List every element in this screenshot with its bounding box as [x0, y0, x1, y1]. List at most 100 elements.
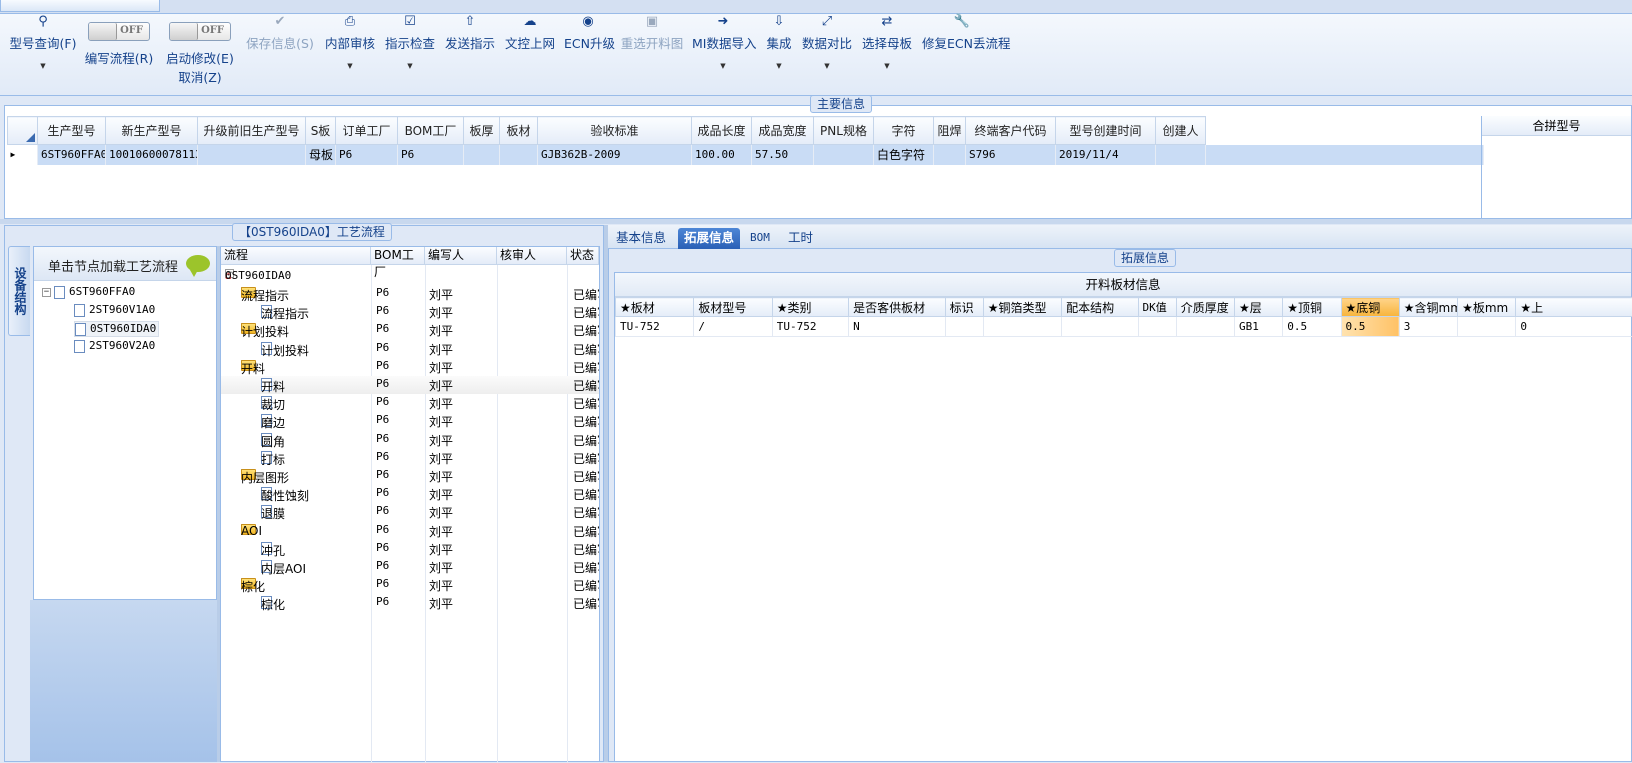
cell[interactable]: [464, 145, 500, 165]
cell[interactable]: TU-752: [616, 317, 694, 337]
cell[interactable]: 0: [1516, 317, 1632, 337]
col-header[interactable]: ★层: [1235, 298, 1283, 317]
start-modify-switch[interactable]: OFF: [169, 22, 231, 41]
cell[interactable]: 白色字符: [874, 145, 934, 165]
tree-node[interactable]: 2ST960V1A0: [74, 303, 155, 317]
flow-folder-row[interactable]: −开料P6刘平已编写: [221, 358, 599, 376]
cell[interactable]: 100.00: [692, 145, 752, 165]
cell[interactable]: 母板: [306, 145, 336, 165]
col-header[interactable]: 验收标准: [538, 117, 692, 145]
cell[interactable]: [1176, 317, 1234, 337]
flow-folder-row[interactable]: −计划投料P6刘平已编写: [221, 321, 599, 339]
cell[interactable]: P6: [336, 145, 398, 165]
col-header[interactable]: 编写人: [425, 247, 497, 265]
cell[interactable]: [1206, 145, 1484, 165]
flow-step-row[interactable]: 裁切P6刘平已编写: [221, 394, 599, 412]
col-header[interactable]: 板材型号: [694, 298, 772, 317]
col-header[interactable]: 终端客户代码: [966, 117, 1056, 145]
cell[interactable]: [500, 145, 538, 165]
cell[interactable]: 0.5: [1283, 317, 1341, 337]
query-button[interactable]: ⚲ 型号查询(F) ▼: [8, 14, 78, 94]
col-header[interactable]: 标识: [945, 298, 983, 317]
data-compare-button[interactable]: ⤢ 数据对比 ▼: [802, 14, 852, 94]
flow-step-row[interactable]: 退膜P6刘平已编写: [221, 503, 599, 521]
indicator-check-button[interactable]: ☑ 指示检查 ▼: [384, 14, 436, 94]
flow-step-row[interactable]: 流程指示P6刘平已编写: [221, 303, 599, 321]
cell[interactable]: [945, 317, 983, 337]
col-header-highlighted[interactable]: ★底铜: [1341, 298, 1399, 317]
cell[interactable]: P6: [398, 145, 464, 165]
col-header[interactable]: 创建人: [1156, 117, 1206, 145]
col-header[interactable]: 型号创建时间: [1056, 117, 1156, 145]
cell[interactable]: [1156, 145, 1206, 165]
col-header[interactable]: ★板mm: [1458, 298, 1516, 317]
col-header[interactable]: 介质厚度: [1176, 298, 1234, 317]
col-header[interactable]: 状态: [567, 247, 599, 265]
tree-node-selected[interactable]: 0ST960IDA0: [74, 321, 159, 337]
cell[interactable]: GJB362B-2009: [538, 145, 692, 165]
write-flow-toggle[interactable]: OFF 编写流程(R): [84, 14, 154, 94]
flow-root-row[interactable]: −⌂ 0ST960IDA0: [221, 267, 599, 285]
repair-ecn-button[interactable]: 🔧 修复ECN丢流程: [922, 14, 1002, 94]
cell[interactable]: /: [694, 317, 772, 337]
col-header[interactable]: PNL规格: [814, 117, 874, 145]
flow-step-row[interactable]: 圆角P6刘平已编写: [221, 431, 599, 449]
col-header[interactable]: DK值: [1138, 298, 1176, 317]
col-header[interactable]: 板材: [500, 117, 538, 145]
col-header[interactable]: ★板材: [616, 298, 694, 317]
col-header[interactable]: ★上: [1516, 298, 1632, 317]
cell-highlighted[interactable]: 0.5: [1341, 317, 1399, 337]
flow-step-row[interactable]: 冲孔P6刘平已编写: [221, 540, 599, 558]
reselect-cut-button[interactable]: ▣ 重选开料图: [620, 14, 684, 94]
table-row[interactable]: ▶ 6ST960FFA0 10010600078113 母板 P6 P6 GJB…: [8, 145, 1484, 165]
flow-step-row[interactable]: 计划投料P6刘平已编写: [221, 340, 599, 358]
cell[interactable]: [198, 145, 306, 165]
col-header[interactable]: 配本结构: [1062, 298, 1138, 317]
cell[interactable]: 2019/11/4: [1056, 145, 1156, 165]
col-header[interactable]: 是否客供板材: [849, 298, 945, 317]
collapse-icon[interactable]: −: [42, 288, 51, 297]
start-modify-toggle[interactable]: OFF 启动修改(E) 取消(Z): [164, 14, 236, 94]
chevron-down-icon[interactable]: ▼: [692, 62, 754, 70]
tab-basic-info[interactable]: 基本信息: [610, 228, 672, 249]
flow-folder-row[interactable]: −AOIP6刘平已编写: [221, 522, 599, 540]
col-header[interactable]: 成品长度: [692, 117, 752, 145]
cell[interactable]: 10010600078113: [106, 145, 198, 165]
col-header[interactable]: 板厚: [464, 117, 500, 145]
col-header[interactable]: ★顶铜: [1283, 298, 1341, 317]
flow-folder-row[interactable]: −内层图形P6刘平已编写: [221, 467, 599, 485]
chevron-down-icon[interactable]: ▼: [862, 62, 912, 70]
device-structure-tab[interactable]: 设备结构: [8, 246, 30, 336]
col-header[interactable]: ★含铜mm: [1399, 298, 1457, 317]
chevron-down-icon[interactable]: ▼: [384, 62, 436, 70]
flow-step-row[interactable]: 开料P6刘平已编写: [221, 376, 599, 394]
ecn-upgrade-button[interactable]: ◉ ECN升级: [564, 14, 612, 94]
col-header[interactable]: S板: [306, 117, 336, 145]
save-button[interactable]: ✔ 保存信息(S): [246, 14, 314, 94]
col-header[interactable]: BOM工厂: [371, 247, 425, 265]
col-header[interactable]: 订单工厂: [336, 117, 398, 145]
col-header[interactable]: ★铜箔类型: [983, 298, 1061, 317]
select-mother-button[interactable]: ⇄ 选择母板 ▼: [862, 14, 912, 94]
write-flow-switch[interactable]: OFF: [88, 22, 150, 41]
cell[interactable]: [934, 145, 966, 165]
flow-folder-row[interactable]: −棕化P6刘平已编写: [221, 576, 599, 594]
flow-step-row[interactable]: 内层AOIP6刘平已编写: [221, 558, 599, 576]
row-selector-header[interactable]: [8, 117, 38, 145]
cell[interactable]: S796: [966, 145, 1056, 165]
cell[interactable]: [1458, 317, 1516, 337]
col-header[interactable]: ★类别: [772, 298, 848, 317]
cell[interactable]: 6ST960FFA0: [38, 145, 106, 165]
tree-node-root[interactable]: −6ST960FFA0: [42, 285, 135, 299]
cell[interactable]: TU-752: [772, 317, 848, 337]
tree-node[interactable]: 2ST960V2A0: [74, 339, 155, 353]
cell[interactable]: [1138, 317, 1176, 337]
doc-upload-button[interactable]: ☁ 文控上网: [504, 14, 556, 94]
col-header[interactable]: BOM工厂: [398, 117, 464, 145]
chevron-down-icon[interactable]: ▼: [8, 62, 78, 70]
cell[interactable]: 57.50: [752, 145, 814, 165]
col-header[interactable]: 升级前旧生产型号: [198, 117, 306, 145]
col-header[interactable]: 流程: [221, 247, 371, 265]
col-header[interactable]: 成品宽度: [752, 117, 814, 145]
chevron-down-icon[interactable]: ▼: [324, 62, 376, 70]
